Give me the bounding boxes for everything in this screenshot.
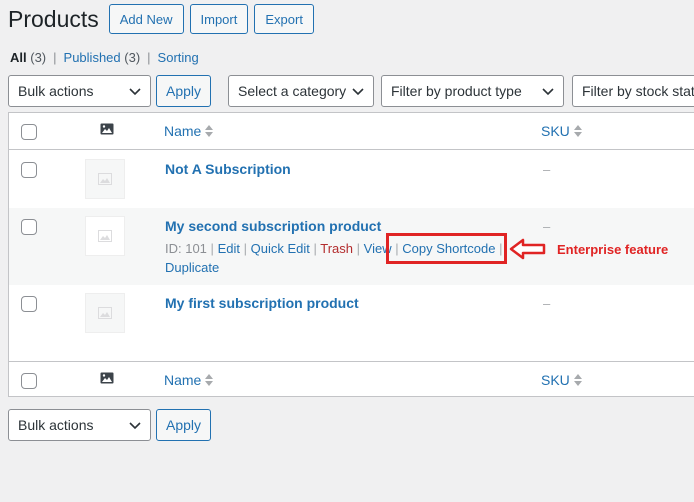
- column-sku[interactable]: SKU: [541, 372, 582, 388]
- sort-icon: [205, 125, 214, 137]
- column-sku[interactable]: SKU: [541, 123, 582, 139]
- product-title-link[interactable]: My first subscription product: [165, 295, 359, 311]
- add-new-button[interactable]: Add New: [108, 4, 184, 34]
- import-button[interactable]: Import: [189, 4, 249, 34]
- table-row: Not A Subscription –: [9, 151, 694, 208]
- table-header: Name SKU: [9, 113, 694, 150]
- view-published[interactable]: Published (3): [64, 50, 141, 65]
- apply-button-bottom[interactable]: Apply: [156, 409, 211, 441]
- placeholder-image-icon: [98, 230, 112, 242]
- sort-icon: [573, 374, 582, 386]
- annotation-label: Enterprise feature: [557, 242, 669, 257]
- sku-value: –: [543, 219, 551, 234]
- table-row: My first subscription product –: [9, 285, 694, 361]
- category-select[interactable]: Select a category: [228, 75, 374, 107]
- row-checkbox[interactable]: [21, 219, 37, 235]
- trash-link[interactable]: Trash: [320, 241, 353, 256]
- select-all-checkbox[interactable]: [21, 373, 37, 389]
- row-checkbox[interactable]: [21, 296, 37, 312]
- chevron-down-icon: [352, 88, 364, 96]
- apply-button[interactable]: Apply: [156, 75, 211, 107]
- view-sorting[interactable]: Sorting: [158, 50, 199, 65]
- product-thumbnail[interactable]: [85, 159, 125, 199]
- edit-link[interactable]: Edit: [218, 241, 240, 256]
- product-title-link[interactable]: Not A Subscription: [165, 161, 291, 177]
- view-all[interactable]: All (3): [10, 50, 46, 65]
- chevron-down-icon: [542, 88, 554, 96]
- row-actions-line2: Duplicate: [165, 260, 219, 275]
- bulk-actions-select-bottom[interactable]: Bulk actions: [8, 409, 151, 441]
- image-icon: [100, 123, 114, 135]
- sort-icon: [573, 125, 582, 137]
- placeholder-image-icon: [98, 307, 112, 319]
- product-thumbnail[interactable]: [85, 293, 125, 333]
- row-checkbox[interactable]: [21, 162, 37, 178]
- sku-value: –: [543, 296, 551, 311]
- sku-value: –: [543, 162, 551, 177]
- image-icon: [100, 372, 114, 384]
- annotation-highlight-box: [386, 233, 507, 264]
- table-footer: Name SKU: [9, 361, 694, 398]
- page-title: Products: [8, 6, 99, 32]
- chevron-down-icon: [129, 422, 141, 430]
- column-name[interactable]: Name: [164, 123, 214, 139]
- duplicate-link[interactable]: Duplicate: [165, 260, 219, 275]
- select-all-checkbox[interactable]: [21, 124, 37, 140]
- product-title-link[interactable]: My second subscription product: [165, 218, 381, 234]
- stock-status-select[interactable]: Filter by stock stat: [572, 75, 694, 107]
- product-thumbnail[interactable]: [85, 216, 125, 256]
- quick-edit-link[interactable]: Quick Edit: [251, 241, 310, 256]
- chevron-down-icon: [129, 88, 141, 96]
- annotation-arrow-icon: [509, 238, 546, 260]
- sort-icon: [205, 374, 214, 386]
- column-name[interactable]: Name: [164, 372, 214, 388]
- page-header: Products Add New Import Export: [8, 4, 320, 34]
- bulk-actions-select[interactable]: Bulk actions: [8, 75, 151, 107]
- export-button[interactable]: Export: [254, 4, 314, 34]
- placeholder-image-icon: [98, 173, 112, 185]
- product-type-select[interactable]: Filter by product type: [381, 75, 564, 107]
- status-filter-links: All (3) | Published (3) | Sorting: [10, 50, 199, 65]
